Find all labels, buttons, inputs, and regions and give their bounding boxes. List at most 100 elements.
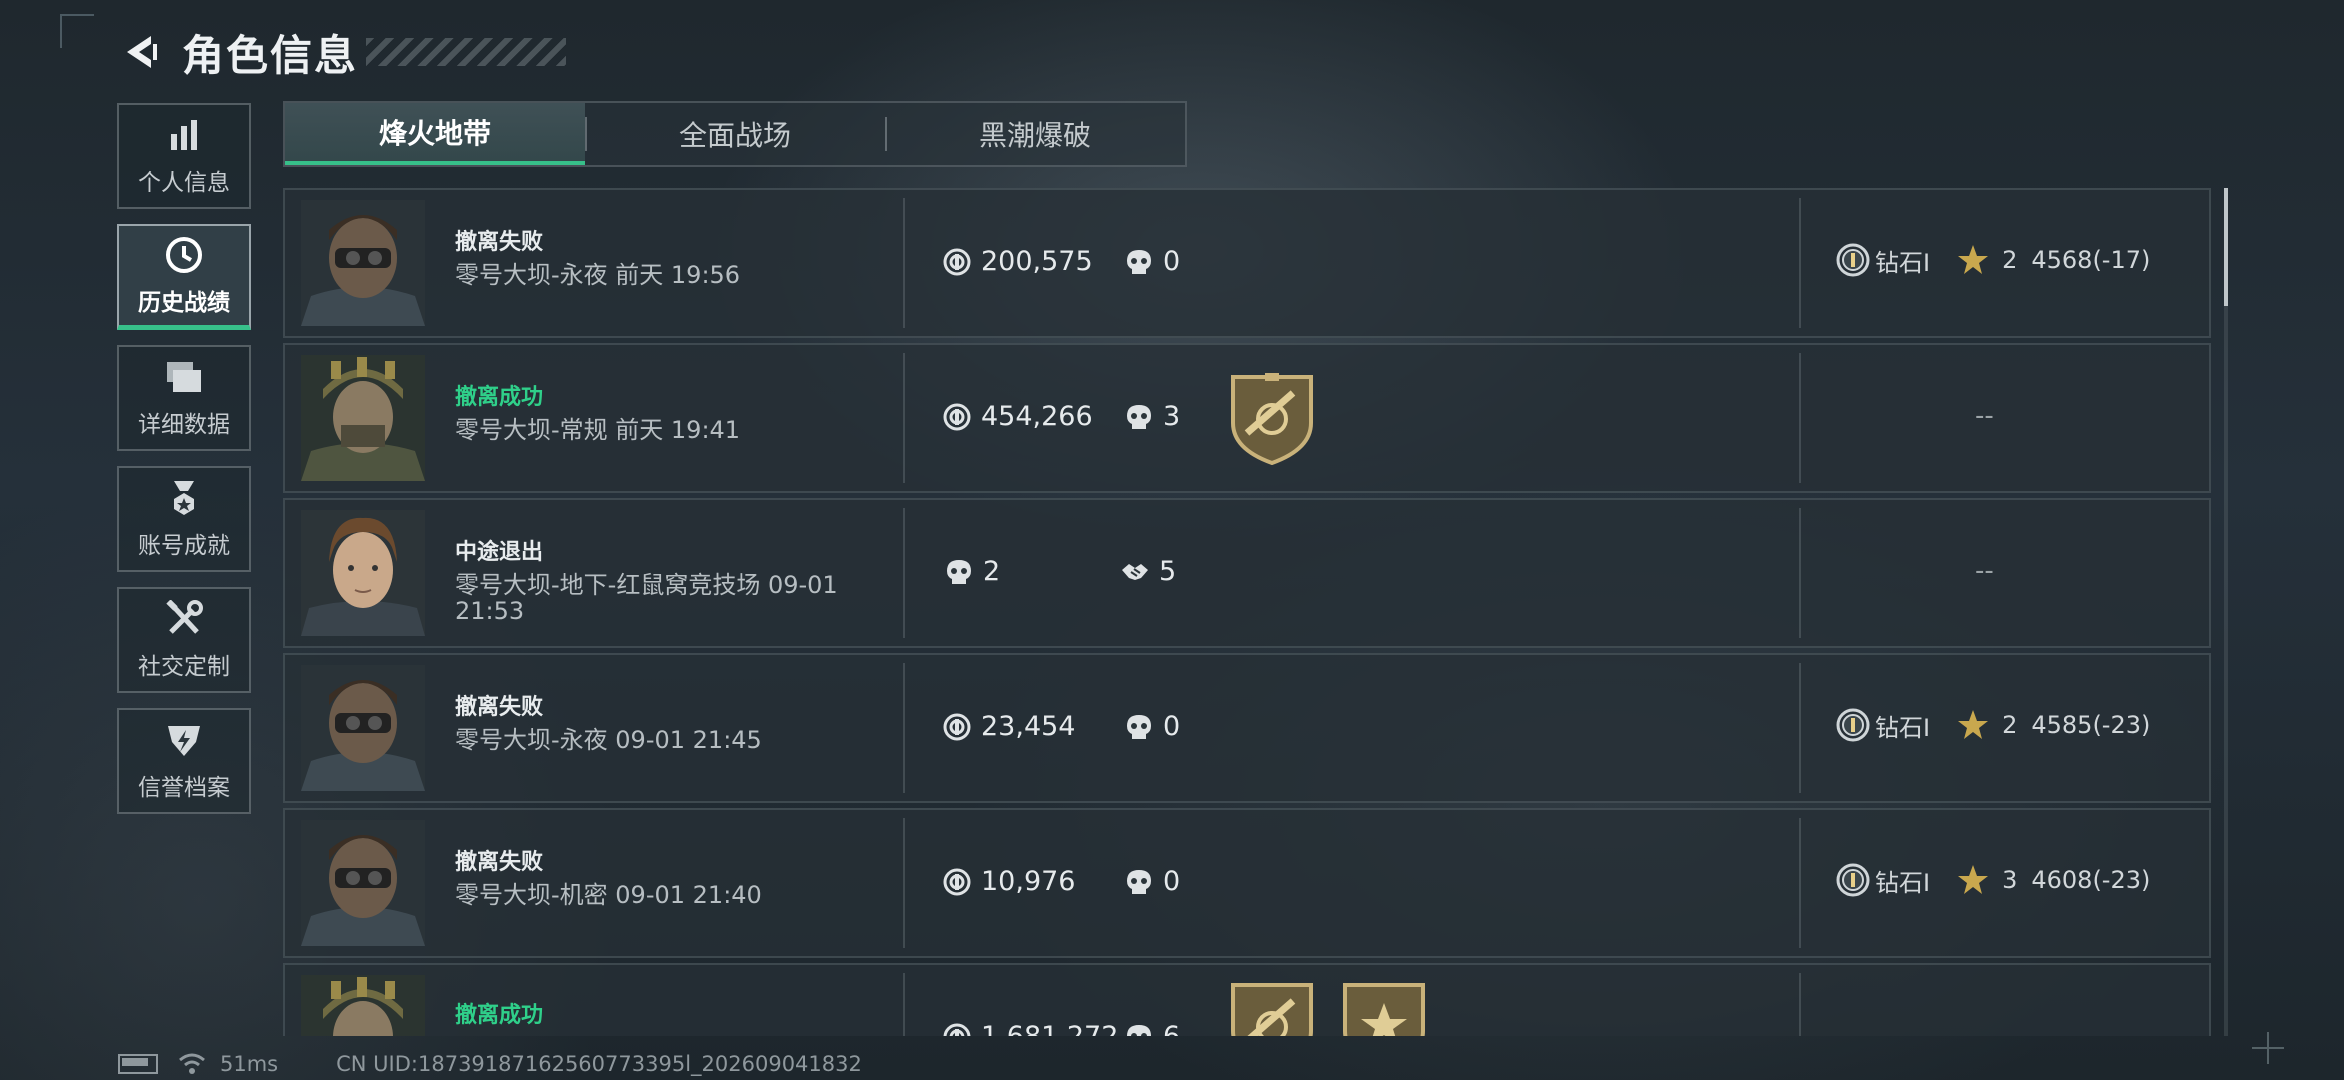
value-amount: 200,575 xyxy=(981,246,1093,277)
kills-count: 2 xyxy=(983,556,1001,587)
reputation-shield-icon xyxy=(164,720,204,760)
shield-badge-icon xyxy=(1231,373,1313,465)
sidebar-item-social-custom[interactable]: 社交定制 xyxy=(117,587,251,693)
tools-icon xyxy=(164,599,204,639)
value-stat: 1,681,272 xyxy=(943,1021,1118,1036)
value-amount: 23,454 xyxy=(981,711,1076,742)
rank-info: 钻石Ⅰ 2 4585(-23) xyxy=(1835,707,2150,743)
coin-icon xyxy=(943,1023,971,1036)
skull-icon xyxy=(1127,714,1151,739)
value-stat: 10,976 xyxy=(943,866,1075,897)
sidebar-item-reputation[interactable]: 信誉档案 xyxy=(117,708,251,814)
uid-text: CN UID:18739187162560773395l_20260904183… xyxy=(336,1052,862,1076)
rank-info: 钻石Ⅰ 3 4608(-23) xyxy=(1835,862,2150,898)
record-status: 撤离成功 xyxy=(455,385,544,410)
divider xyxy=(903,663,905,793)
value-amount: 454,266 xyxy=(981,401,1093,432)
rank-name: 钻石Ⅰ xyxy=(1875,868,1931,897)
sidebar-item-personal-info[interactable]: 个人信息 xyxy=(117,103,251,209)
back-button[interactable] xyxy=(118,29,164,75)
page-title: 角色信息 xyxy=(182,30,359,80)
value-stat: 23,454 xyxy=(943,711,1075,742)
list-item[interactable]: 撤离成功 1,681,272 6 xyxy=(283,963,2211,1036)
skull-icon xyxy=(1127,249,1151,274)
skull-icon xyxy=(1127,869,1151,894)
sidebar-item-label: 历史战绩 xyxy=(138,289,230,316)
rank-name: 钻石Ⅰ xyxy=(1875,248,1931,277)
record-detail: 零号大坝-机密 09-01 21:40 xyxy=(455,881,762,909)
kills-stat: 2 xyxy=(945,556,1000,587)
battery-icon xyxy=(118,1054,158,1074)
divider xyxy=(1799,508,1801,638)
record-info: 中途退出 零号大坝-地下-红鼠窝竞技场 09-01 21:53 xyxy=(455,538,885,624)
kills-stat: 0 xyxy=(1125,711,1180,742)
kills-count: 0 xyxy=(1163,711,1181,742)
operator-avatar xyxy=(301,355,425,481)
coin-icon xyxy=(943,713,971,740)
list-item[interactable]: 撤离失败 零号大坝-机密 09-01 21:40 10,976 0 钻石Ⅰ 3 … xyxy=(283,808,2211,958)
list-item[interactable]: 中途退出 零号大坝-地下-红鼠窝竞技场 09-01 21:53 2 5 -- xyxy=(283,498,2211,648)
rank-score: 4585(-23) xyxy=(2031,711,2151,739)
scrollbar-thumb[interactable] xyxy=(2224,188,2228,306)
operator-avatar xyxy=(301,510,425,636)
list-item[interactable]: 撤离失败 零号大坝-永夜 09-01 21:45 23,454 0 钻石Ⅰ 2 … xyxy=(283,653,2211,803)
kills-stat: 3 xyxy=(1125,401,1180,432)
corner-decoration xyxy=(60,14,94,48)
coin-icon xyxy=(943,248,971,275)
sidebar: 个人信息 历史战绩 详细数据 账号成就 社交定制 信誉档案 xyxy=(117,103,255,829)
mode-tabs: 烽火地带 全面战场 黑潮爆破 xyxy=(283,101,1187,167)
sidebar-item-achievements[interactable]: 账号成就 xyxy=(117,466,251,572)
kills-stat: 0 xyxy=(1125,246,1180,277)
divider xyxy=(903,818,905,948)
match-history-list: 撤离失败 零号大坝-永夜 前天 19:56 200,575 0 钻石Ⅰ 2 45… xyxy=(283,188,2213,1036)
divider xyxy=(903,198,905,328)
kills-count: 6 xyxy=(1163,1021,1180,1036)
kills-stat: 6 xyxy=(1125,1021,1180,1036)
kills-stat: 0 xyxy=(1125,866,1180,897)
record-info: 撤离成功 零号大坝-常规 前天 19:41 xyxy=(455,383,885,443)
divider xyxy=(903,508,905,638)
list-item[interactable]: 撤离成功 零号大坝-常规 前天 19:41 454,266 3 -- xyxy=(283,343,2211,493)
rank-score: 4568(-17) xyxy=(2031,246,2151,274)
wifi-icon xyxy=(179,1053,205,1074)
sidebar-item-label: 个人信息 xyxy=(138,170,230,196)
list-item[interactable]: 撤离失败 零号大坝-永夜 前天 19:56 200,575 0 钻石Ⅰ 2 45… xyxy=(283,188,2211,338)
divider xyxy=(1799,973,1801,1036)
rank-stars: 2 xyxy=(2002,711,2018,739)
sidebar-item-match-history[interactable]: 历史战绩 xyxy=(117,224,251,330)
sidebar-item-label: 社交定制 xyxy=(138,654,230,680)
record-detail: 零号大坝-地下-红鼠窝竞技场 09-01 21:53 xyxy=(455,571,838,625)
rank-info: 钻石Ⅰ 2 4568(-17) xyxy=(1835,242,2150,278)
operator-avatar xyxy=(301,820,425,946)
divider xyxy=(903,973,905,1036)
kills-count: 3 xyxy=(1163,401,1181,432)
kills-count: 0 xyxy=(1163,866,1181,897)
sidebar-item-label: 账号成就 xyxy=(138,533,230,559)
sidebar-item-label: 详细数据 xyxy=(138,412,230,438)
divider xyxy=(903,353,905,483)
rank-emblem-icon xyxy=(1836,708,1870,742)
status-footer: 51ms CN UID:18739187162560773395l_202609… xyxy=(118,1052,862,1076)
rank-emblem-icon xyxy=(1836,243,1870,277)
title-decoration xyxy=(366,38,567,66)
divider xyxy=(1799,353,1801,483)
tab-battlefield[interactable]: 全面战场 xyxy=(585,103,885,165)
no-rank-placeholder: -- xyxy=(1975,556,1994,586)
value-stat: 200,575 xyxy=(943,246,1093,277)
corner-plus-decoration xyxy=(2252,1032,2284,1064)
operator-avatar xyxy=(301,200,425,326)
operator-avatar xyxy=(301,665,425,791)
tab-warzone[interactable]: 烽火地带 xyxy=(285,103,585,165)
divider xyxy=(1799,818,1801,948)
ping-text: 51ms xyxy=(220,1052,279,1076)
list-scrollbar[interactable] xyxy=(2224,188,2228,1036)
sidebar-item-detailed-data[interactable]: 详细数据 xyxy=(117,345,251,451)
no-rank-placeholder: -- xyxy=(1975,401,1994,431)
back-arrow-icon xyxy=(127,36,157,68)
rank-score: 4608(-23) xyxy=(2031,866,2151,894)
tab-black-tide[interactable]: 黑潮爆破 xyxy=(885,103,1185,165)
star-icon xyxy=(1958,245,1989,274)
record-status: 撤离失败 xyxy=(455,695,544,720)
divider xyxy=(1799,198,1801,328)
value-stat: 454,266 xyxy=(943,401,1093,432)
